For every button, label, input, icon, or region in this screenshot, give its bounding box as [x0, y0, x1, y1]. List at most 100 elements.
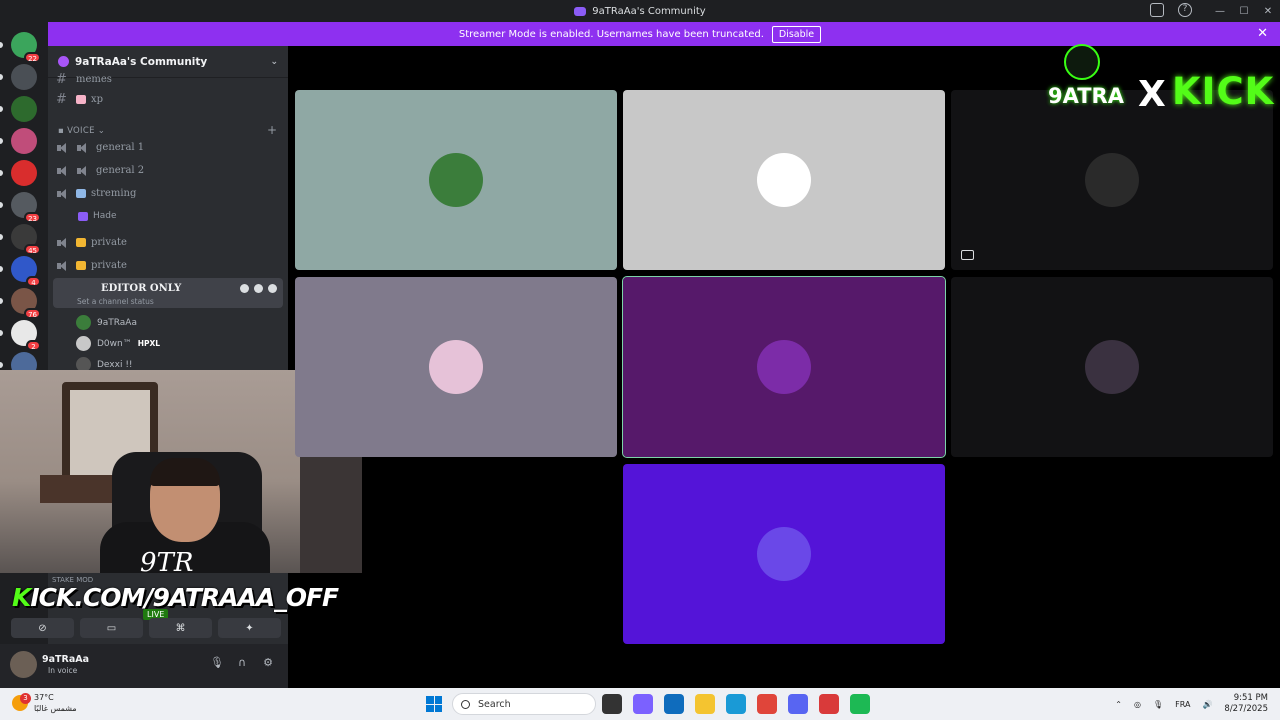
microphone-icon[interactable]: 🎙 — [1153, 700, 1163, 709]
mention-badge: 22 — [24, 52, 41, 63]
copilot-icon[interactable] — [633, 694, 653, 714]
avatar — [429, 340, 483, 394]
gear-icon[interactable] — [268, 284, 277, 293]
video-tile[interactable] — [295, 277, 617, 457]
start-button[interactable] — [426, 696, 442, 712]
video-tile[interactable] — [623, 464, 945, 644]
speaker-icon — [76, 165, 90, 176]
server-icon[interactable]: 4 — [11, 256, 41, 287]
gear-icon[interactable]: ⚙ — [262, 657, 274, 669]
inbox-icon[interactable] — [1150, 3, 1164, 17]
network-icon[interactable]: ◎ — [1134, 700, 1141, 709]
channel-private-2[interactable]: private — [56, 260, 282, 271]
speaker-icon — [56, 188, 70, 199]
file-explorer-icon[interactable] — [695, 694, 715, 714]
video-tile[interactable] — [623, 90, 945, 270]
unread-pip — [0, 362, 3, 368]
channel-streming[interactable]: streming — [56, 188, 282, 199]
voice-member[interactable]: 9aTRaAa — [76, 315, 137, 330]
speaker-icon — [76, 142, 90, 153]
server-icon[interactable] — [11, 128, 37, 154]
server-icon[interactable]: 2 — [11, 320, 41, 351]
channel-private-1[interactable]: private — [56, 237, 282, 248]
emoji-icon — [76, 95, 86, 104]
video-tile[interactable] — [295, 90, 617, 270]
user-status: In voice — [48, 666, 78, 675]
screen-share-button[interactable]: ▭ — [80, 618, 143, 638]
mention-badge: 45 — [24, 244, 41, 255]
avatar — [429, 153, 483, 207]
unread-pip — [0, 74, 3, 80]
chevron-up-icon[interactable]: ⌃ — [1115, 700, 1122, 709]
username[interactable]: 9aTRaAa — [42, 654, 89, 665]
language-indicator[interactable]: FRA — [1175, 700, 1190, 709]
chrome-icon[interactable] — [757, 694, 777, 714]
taskbar-apps — [602, 694, 870, 714]
spotify-icon[interactable] — [850, 694, 870, 714]
server-icon[interactable]: 23 — [11, 192, 41, 223]
server-icon[interactable]: 76 — [11, 288, 41, 319]
avatar[interactable] — [10, 651, 37, 678]
video-tile[interactable] — [951, 277, 1273, 457]
mention-badge: 23 — [24, 212, 41, 223]
unread-pip — [0, 170, 3, 176]
soundboard-button[interactable]: ✦ — [218, 618, 281, 638]
minimize-button[interactable]: — — [1208, 0, 1232, 22]
channel-xp[interactable]: # xp — [56, 92, 282, 107]
channel-general-2[interactable]: general 2 — [56, 165, 282, 176]
microphone-icon[interactable]: 🎙 — [210, 657, 224, 669]
thread-icon — [78, 211, 88, 221]
mention-badge: 2 — [26, 340, 41, 351]
channel-memes[interactable]: # memes — [56, 72, 282, 87]
channel-general-1[interactable]: general 1 — [56, 142, 282, 153]
close-window-button[interactable]: ✕ — [1256, 0, 1280, 22]
server-icon[interactable]: 45 — [11, 224, 41, 255]
camera-off-button[interactable]: ⊘ — [11, 618, 74, 638]
close-banner-icon[interactable]: ✕ — [1257, 26, 1268, 41]
discord-icon[interactable] — [788, 694, 808, 714]
user-panel: 9aTRaAa In voice 🎙 ∩ ⚙ — [0, 644, 288, 688]
volume-icon[interactable]: 🔊 — [1202, 700, 1212, 709]
chat-icon[interactable] — [240, 284, 249, 293]
chevron-down-icon[interactable]: ⌄ — [270, 57, 278, 67]
activity-button[interactable]: ⌘ — [149, 618, 212, 638]
voice-category[interactable]: ▪ VOICE ⌄ — [58, 126, 105, 136]
avatar — [76, 315, 91, 330]
video-tile-speaking[interactable] — [622, 276, 946, 458]
invite-icon[interactable] — [254, 284, 263, 293]
store-icon[interactable] — [664, 694, 684, 714]
server-name: 9aTRaAa's Community — [75, 55, 208, 68]
channel-status-prompt[interactable]: Set a channel status — [77, 297, 154, 306]
server-icon[interactable] — [11, 96, 37, 122]
banner-text: Streamer Mode is enabled. Usernames have… — [458, 28, 764, 40]
streamer-mode-banner: Streamer Mode is enabled. Usernames have… — [0, 22, 1280, 46]
hash-icon: # — [56, 92, 67, 107]
add-channel-icon[interactable]: + — [267, 123, 277, 137]
avatar — [76, 336, 91, 351]
taskbar-search[interactable]: Search — [452, 693, 596, 715]
server-icon[interactable] — [11, 64, 37, 90]
avatar — [1085, 153, 1139, 207]
obs-icon[interactable] — [819, 694, 839, 714]
disable-button[interactable]: Disable — [771, 25, 822, 43]
unread-pip — [0, 138, 3, 144]
headphones-icon[interactable]: ∩ — [236, 657, 248, 669]
unread-pip — [0, 42, 3, 48]
server-icon[interactable]: 22 — [11, 32, 41, 63]
help-icon[interactable]: ? — [1178, 3, 1192, 17]
weather-widget[interactable]: 3 37°C مشمس غالبًا — [12, 692, 77, 714]
voice-member[interactable]: D0wn™ HPXL — [76, 336, 160, 351]
maximize-button[interactable]: ☐ — [1232, 0, 1256, 22]
speaker-icon — [56, 237, 70, 248]
channel-editor-only[interactable]: EDITOR ONLY Set a channel status — [53, 278, 283, 308]
search-icon — [461, 699, 470, 709]
hash-icon: # — [56, 72, 67, 87]
server-icon[interactable] — [11, 160, 37, 186]
signature-overlay: 9TR — [140, 548, 194, 578]
clock[interactable]: 9:51 PM 8/27/2025 — [1224, 693, 1268, 715]
avatar — [757, 527, 811, 581]
channel-hade[interactable]: Hade — [78, 211, 288, 221]
edge-icon[interactable] — [726, 694, 746, 714]
task-view-icon[interactable] — [602, 694, 622, 714]
unread-pip — [0, 330, 3, 336]
